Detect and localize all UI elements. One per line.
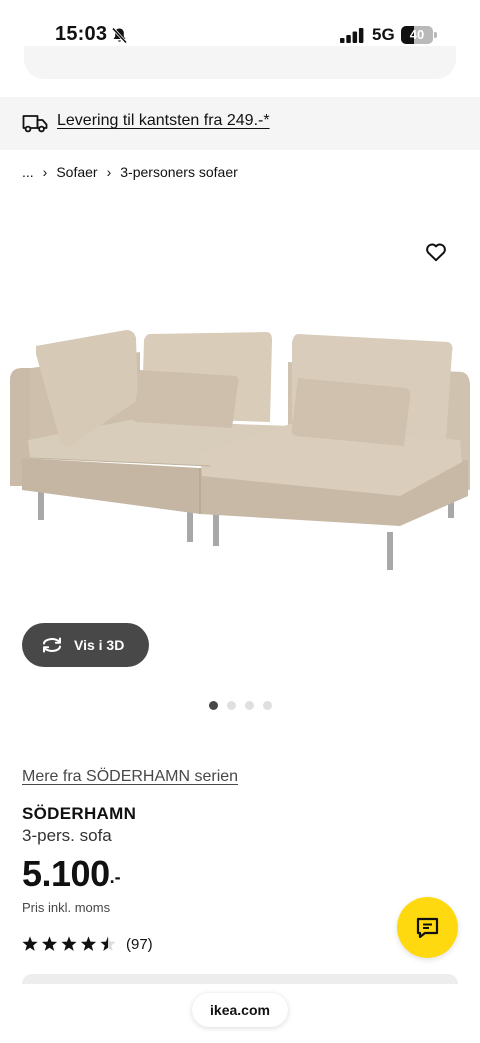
price-suffix: .- [109,867,121,887]
rating-stars [22,936,116,951]
view-in-3d-button[interactable]: Vis i 3D [22,623,149,667]
carousel-dot[interactable] [263,701,272,710]
battery-percent: 40 [409,27,425,42]
next-section-card [22,974,458,984]
signal-strength-icon [340,28,364,43]
truck-icon [22,115,48,133]
chat-button[interactable] [397,897,458,958]
carousel-dot[interactable] [245,701,254,710]
battery-indicator: 40 [401,26,437,44]
search-bar-remnant[interactable] [24,46,456,79]
star-icon [80,936,97,951]
star-icon [100,936,116,951]
chevron-right-icon: › [106,164,112,180]
bell-slash-icon [111,27,128,44]
browser-url-bar[interactable]: ikea.com [192,993,288,1027]
breadcrumb-item-sofaer[interactable]: Sofaer [56,164,97,180]
carousel-dot[interactable] [209,701,218,710]
star-icon [61,936,77,951]
product-price: 5.100 .- [22,853,121,895]
product-image-sofa[interactable] [0,290,480,620]
review-count: (97) [126,935,153,953]
price-note: Pris inkl. moms [22,900,111,915]
price-value: 5.100 [22,853,110,894]
product-rating[interactable]: (97) [22,934,153,954]
carousel-dots [209,701,281,710]
breadcrumb-item-3-personers-sofaer[interactable]: 3-personers sofaer [120,164,238,180]
product-name: SÖDERHAMN [22,804,137,823]
breadcrumb-item-ellipsis[interactable]: ... [22,164,34,180]
network-type: 5G [372,25,395,44]
rotate-icon [43,637,61,653]
star-icon [22,936,38,951]
chevron-right-icon: › [42,164,48,180]
breadcrumb: ... › Sofaer › 3-personers sofaer [22,164,238,180]
carousel-dot[interactable] [227,701,236,710]
delivery-banner-link[interactable]: Levering til kantsten fra 249.-* [57,112,270,130]
status-time: 15:03 [55,23,108,45]
view-in-3d-label: Vis i 3D [74,637,125,653]
product-type: 3-pers. sofa [22,826,112,845]
star-icon [41,936,58,951]
chat-icon [416,917,439,939]
delivery-banner[interactable]: Levering til kantsten fra 249.-* [0,97,480,150]
heart-icon[interactable] [425,242,447,262]
series-link[interactable]: Mere fra SÖDERHAMN serien [22,768,238,786]
